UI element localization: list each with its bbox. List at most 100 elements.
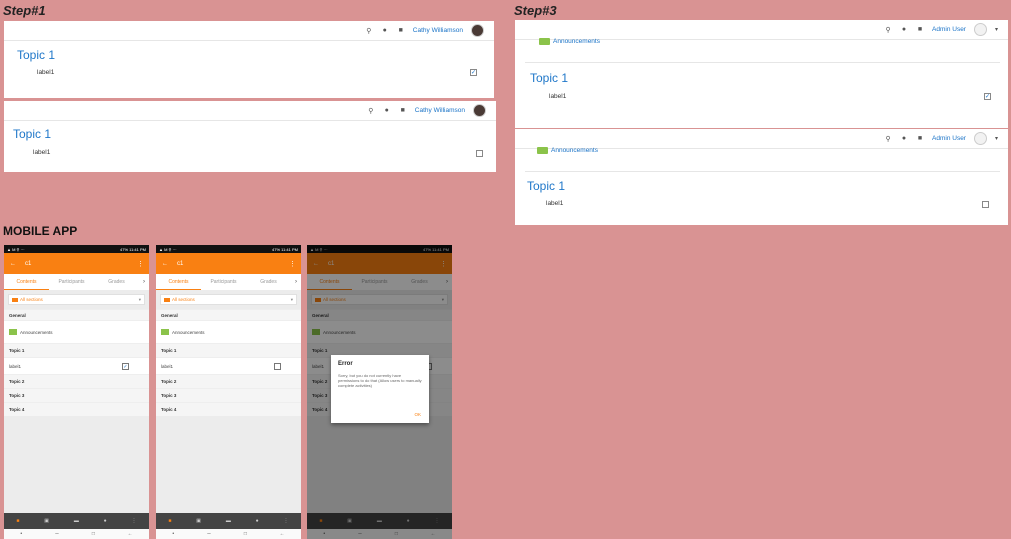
completion-checkbox[interactable]: ✓ [984,93,991,100]
user-name[interactable]: Cathy Williamson [413,27,463,34]
checkmark-icon: ✓ [985,94,991,100]
bell-icon[interactable]: ● [381,27,389,35]
completion-checkbox[interactable] [476,150,483,157]
announcements-item[interactable]: Announcements [4,320,149,343]
sections-select[interactable]: All sections ▾ [160,294,297,305]
completion-checkbox[interactable]: ✓ [470,69,477,76]
recent-apps-icon[interactable]: ∽ [55,531,59,537]
completion-checkbox[interactable]: ✓ [122,362,129,370]
more-menu-icon[interactable]: ⋮ [289,260,296,268]
bell-icon[interactable]: ● [104,518,107,524]
home-icon[interactable]: ■ [168,518,171,524]
announcements-item[interactable]: Announcements [156,320,301,343]
step3-label: Step#3 [514,3,557,18]
home-button-icon[interactable]: □ [92,531,95,537]
avatar[interactable] [473,104,486,117]
sections-select[interactable]: All sections ▾ [8,294,145,305]
chat-icon[interactable]: ■ [397,27,405,35]
tab-participants[interactable]: Participants [49,274,94,290]
system-nav: • ∽ □ ← [156,529,301,539]
section-topic-3: Topic 3 [4,388,149,402]
divider [525,62,1000,63]
chat-icon[interactable]: ■ [399,107,407,115]
bell-icon[interactable]: ● [383,107,391,115]
section-list: General Announcements Topic 1 label1 ✓ To… [4,309,149,416]
completion-checkbox[interactable] [982,201,989,208]
user-name[interactable]: Cathy Williamson [415,107,465,114]
topic-title[interactable]: Topic 1 [13,127,51,141]
activity-label: label1 [37,69,55,76]
tab-participants[interactable]: Participants [201,274,246,290]
user-name[interactable]: Admin User [932,26,966,33]
topic-title[interactable]: Topic 1 [17,48,55,62]
chevron-down-icon: ▾ [138,296,141,302]
topbar: ⚲ ● ■ Cathy Williamson [4,21,494,41]
home-button-icon[interactable]: □ [244,531,247,537]
step3-panel-unchecked: ⚲ ● ■ Admin User ▾ Announcements Topic 1… [515,129,1008,225]
back-arrow-icon[interactable]: ← [10,261,16,267]
section-topic-4: Topic 4 [4,402,149,416]
back-icon[interactable]: ← [128,531,133,537]
chevron-right-icon[interactable]: › [139,279,149,285]
more-menu-icon[interactable]: ⋮ [137,260,144,268]
avatar[interactable] [973,23,987,36]
calendar-icon[interactable]: ▣ [44,518,49,524]
announcements-link[interactable]: Announcements [539,38,600,45]
phone-screen-error: ▲ M ⚲ ··· 47% 11:41 PM ← c1 ⋮ Contents Pa… [307,245,452,539]
ok-button[interactable]: OK [414,412,421,417]
avatar[interactable] [471,24,484,37]
bell-icon[interactable]: ● [900,26,908,34]
bottom-nav: ■ ▣ ▬ ● ⋮ [156,513,301,529]
app-bar: ← c1 ⋮ [156,253,301,274]
search-icon[interactable]: ⚲ [365,27,373,35]
folder-icon [12,297,18,302]
dot-icon[interactable]: • [20,531,22,537]
checkmark-icon: ✓ [471,70,477,76]
announcements-link[interactable]: Announcements [537,147,598,154]
error-dialog: Error Sorry, but you do not currently ha… [331,355,429,423]
chevron-down-icon[interactable]: ▾ [995,135,998,142]
bell-icon[interactable]: ● [256,518,259,524]
topbar: ⚲ ● ■ Cathy Williamson [4,101,496,121]
search-icon[interactable]: ⚲ [884,135,892,143]
topbar: ⚲ ● ■ Admin User ▾ [515,129,1008,149]
bell-icon[interactable]: ● [900,135,908,143]
messages-icon[interactable]: ▬ [226,518,231,524]
topbar: ⚲ ● ■ Admin User ▾ [515,20,1008,40]
status-bar: ▲ M ⚲ ··· 47% 11:41 PM [156,245,301,253]
more-icon[interactable]: ⋮ [132,518,137,524]
calendar-icon[interactable]: ▣ [196,518,201,524]
more-icon[interactable]: ⋮ [284,518,289,524]
user-name[interactable]: Admin User [932,135,966,142]
recent-apps-icon[interactable]: ∽ [207,531,211,537]
tab-grades[interactable]: Grades [246,274,291,290]
home-icon[interactable]: ■ [16,518,19,524]
topic-title[interactable]: Topic 1 [527,179,565,193]
chat-icon[interactable]: ■ [916,26,924,34]
tab-contents[interactable]: Contents [4,274,49,290]
topic-title[interactable]: Topic 1 [530,71,568,85]
divider [525,171,1000,172]
tab-grades[interactable]: Grades [94,274,139,290]
chevron-right-icon[interactable]: › [291,279,301,285]
section-general: General [4,309,149,320]
bottom-nav: ■ ▣ ▬ ● ⋮ [4,513,149,529]
back-arrow-icon[interactable]: ← [162,261,168,267]
label-item: label1 ✓ [4,357,149,374]
messages-icon[interactable]: ▬ [74,518,79,524]
search-icon[interactable]: ⚲ [884,26,892,34]
tab-contents[interactable]: Contents [156,274,201,290]
chevron-down-icon[interactable]: ▾ [995,26,998,33]
back-icon[interactable]: ← [280,531,285,537]
dot-icon[interactable]: • [172,531,174,537]
label-item: label1 [156,357,301,374]
chat-icon[interactable]: ■ [916,135,924,143]
completion-checkbox[interactable] [274,362,281,370]
course-title: c1 [25,260,32,267]
section-topic-3: Topic 3 [156,388,301,402]
folder-icon [164,297,170,302]
section-topic-1: Topic 1 [156,343,301,357]
avatar[interactable] [973,132,987,145]
search-icon[interactable]: ⚲ [367,107,375,115]
section-topic-2: Topic 2 [156,374,301,388]
